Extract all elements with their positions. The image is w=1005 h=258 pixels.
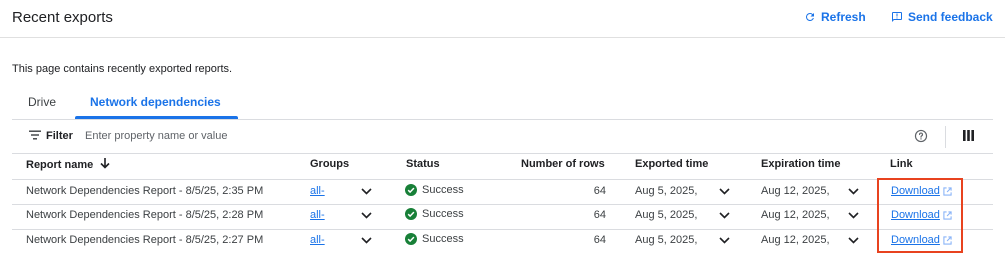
groups-link[interactable]: all- [310, 209, 325, 221]
row-count-cell: 64 [593, 234, 606, 246]
highlight-box [877, 178, 963, 253]
chevron-down-icon[interactable] [719, 237, 730, 244]
status-label: Success [422, 184, 464, 196]
column-header-report-name-label: Report name [26, 159, 94, 171]
tab-drive[interactable]: Drive [28, 95, 56, 109]
header-divider [0, 37, 1005, 38]
column-header-expiration-time[interactable]: Expiration time [761, 158, 840, 170]
column-header-number-of-rows[interactable]: Number of rows [521, 158, 605, 170]
column-header-status[interactable]: Status [406, 158, 440, 170]
feedback-icon [892, 12, 902, 22]
check-circle-icon [405, 233, 417, 245]
table-top-divider [12, 153, 993, 154]
groups-link[interactable]: all- [310, 234, 325, 246]
status-badge: Success [405, 208, 464, 220]
tab-network-dependencies[interactable]: Network dependencies [90, 95, 221, 109]
expiration-time-cell: Aug 12, 2025, [761, 234, 830, 246]
chevron-down-icon[interactable] [361, 212, 372, 219]
column-header-groups[interactable]: Groups [310, 158, 349, 170]
exported-time-cell: Aug 5, 2025, [635, 185, 698, 197]
filter-icon[interactable] [29, 130, 41, 140]
chevron-down-icon[interactable] [848, 212, 859, 219]
refresh-label: Refresh [821, 10, 866, 24]
table-row: Network Dependencies Report - 8/5/25, 2:… [0, 205, 1005, 229]
chevron-down-icon[interactable] [848, 188, 859, 195]
refresh-button[interactable]: Refresh [804, 10, 866, 24]
check-circle-icon [405, 184, 417, 196]
column-header-link[interactable]: Link [890, 158, 913, 170]
page-title: Recent exports [12, 9, 113, 26]
report-name-cell: Network Dependencies Report - 8/5/25, 2:… [26, 209, 264, 221]
chevron-down-icon[interactable] [719, 188, 730, 195]
send-feedback-button[interactable]: Send feedback [891, 10, 993, 24]
chevron-down-icon[interactable] [848, 237, 859, 244]
chevron-down-icon[interactable] [361, 237, 372, 244]
filter-label: Filter [46, 130, 73, 142]
status-label: Success [422, 233, 464, 245]
refresh-icon [805, 12, 814, 21]
groups-link[interactable]: all- [310, 185, 325, 197]
column-header-exported-time[interactable]: Exported time [635, 158, 708, 170]
row-count-cell: 64 [593, 209, 606, 221]
toolbar-separator [945, 126, 946, 148]
tabs-divider [12, 119, 993, 120]
expiration-time-cell: Aug 12, 2025, [761, 185, 830, 197]
sort-arrow-down-icon[interactable] [100, 158, 110, 169]
expiration-time-cell: Aug 12, 2025, [761, 209, 830, 221]
exported-time-cell: Aug 5, 2025, [635, 209, 698, 221]
send-feedback-label: Send feedback [908, 10, 993, 24]
report-name-cell: Network Dependencies Report - 8/5/25, 2:… [26, 185, 264, 197]
chevron-down-icon[interactable] [361, 188, 372, 195]
status-badge: Success [405, 233, 464, 245]
row-count-cell: 64 [593, 185, 606, 197]
report-name-cell: Network Dependencies Report - 8/5/25, 2:… [26, 234, 264, 246]
status-badge: Success [405, 184, 464, 196]
column-header-report-name[interactable]: Report name [26, 158, 110, 171]
table-row: Network Dependencies Report - 8/5/25, 2:… [0, 230, 1005, 254]
column-picker-icon[interactable] [963, 130, 974, 141]
table-row: Network Dependencies Report - 8/5/25, 2:… [0, 180, 1005, 204]
page-description: This page contains recently exported rep… [12, 63, 233, 75]
status-label: Success [422, 208, 464, 220]
exported-time-cell: Aug 5, 2025, [635, 234, 698, 246]
chevron-down-icon[interactable] [719, 212, 730, 219]
filter-input[interactable] [85, 127, 385, 145]
help-icon[interactable] [914, 129, 928, 143]
check-circle-icon [405, 208, 417, 220]
